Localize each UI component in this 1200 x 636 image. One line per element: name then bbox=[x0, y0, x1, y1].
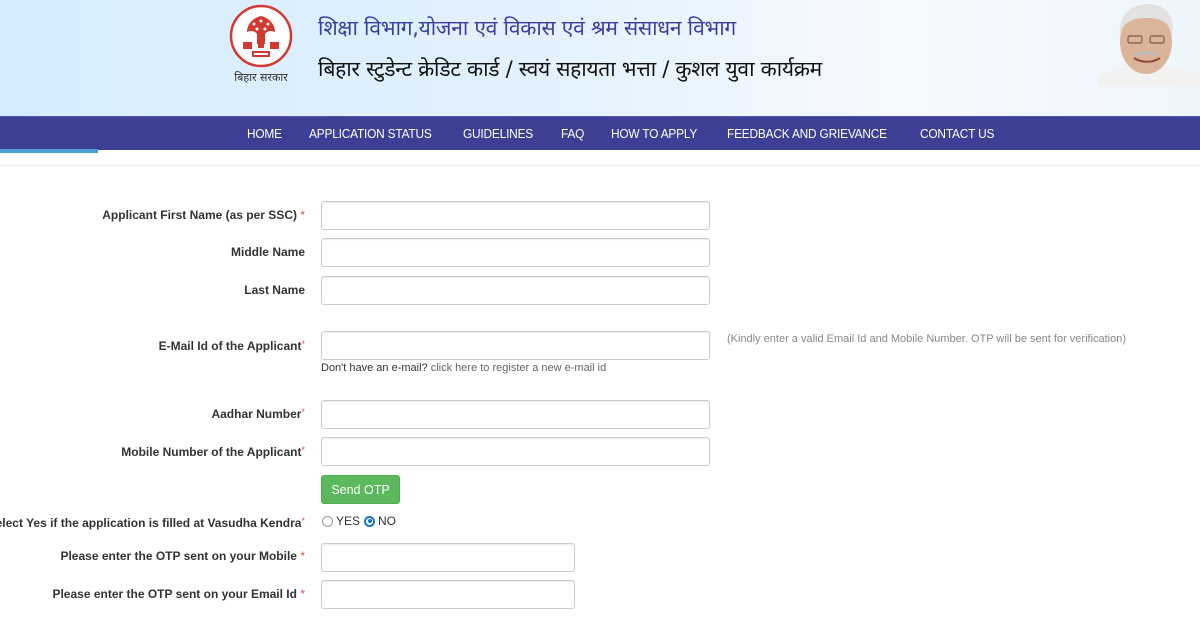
required-marker: * bbox=[301, 445, 305, 455]
header-divider bbox=[0, 165, 1200, 166]
last-name-label: Last Name bbox=[244, 283, 305, 297]
mobile-input[interactable] bbox=[321, 437, 710, 466]
department-title: शिक्षा विभाग,योजना एवं विकास एवं श्रम सं… bbox=[318, 16, 736, 40]
nav-application-status[interactable]: APPLICATION STATUS bbox=[309, 127, 432, 141]
required-marker: * bbox=[300, 549, 305, 563]
nav-faq[interactable]: FAQ bbox=[561, 127, 584, 141]
last-name-input[interactable] bbox=[321, 276, 710, 305]
middle-name-label: Middle Name bbox=[230, 245, 305, 259]
first-name-label: Applicant First Name (as per SSC) * bbox=[102, 208, 305, 222]
send-otp-button[interactable]: Send OTP bbox=[321, 475, 400, 504]
required-marker: * bbox=[301, 339, 305, 349]
email-help-prefix: Don't have an e-mail? bbox=[321, 362, 428, 374]
verification-note: (Kindly enter a valid Email Id and Mobil… bbox=[727, 333, 1127, 345]
vasudha-kendra-label: Select Yes if the application is filled … bbox=[0, 516, 305, 530]
nav-accent-bar bbox=[0, 149, 98, 153]
otp-email-input[interactable] bbox=[321, 580, 575, 609]
vasudha-kendra-label-text: Select Yes if the application is filled … bbox=[0, 516, 302, 530]
nav-how-to-apply[interactable]: HOW TO APPLY bbox=[611, 127, 697, 141]
email-help-text: Don't have an e-mail? click here to regi… bbox=[321, 362, 606, 374]
otp-email-label-text: Please enter the OTP sent on your Email … bbox=[52, 587, 297, 601]
aadhar-label-text: Aadhar Number bbox=[211, 407, 302, 421]
otp-mobile-label: Please enter the OTP sent on your Mobile… bbox=[60, 549, 305, 563]
chief-minister-photo bbox=[1098, 4, 1200, 86]
bihar-emblem-icon bbox=[229, 4, 293, 68]
required-marker: * bbox=[301, 516, 305, 526]
aadhar-label: Aadhar Number* bbox=[211, 407, 305, 421]
nav-feedback-and-grievance[interactable]: FEEDBACK AND GRIEVANCE bbox=[727, 127, 887, 141]
site-header: बिहार सरकार शिक्षा विभाग,योजना एवं विकास… bbox=[0, 0, 1200, 116]
required-marker: * bbox=[300, 587, 305, 601]
scheme-title: बिहार स्टुडेन्ट क्रेडिट कार्ड / स्वयं सह… bbox=[318, 57, 822, 81]
mobile-label: Mobile Number of the Applicant* bbox=[121, 445, 305, 459]
otp-mobile-label-text: Please enter the OTP sent on your Mobile bbox=[60, 549, 297, 563]
aadhar-input[interactable] bbox=[321, 400, 710, 429]
email-input[interactable] bbox=[321, 331, 710, 360]
email-label: E-Mail Id of the Applicant* bbox=[159, 339, 305, 353]
middle-name-input[interactable] bbox=[321, 238, 710, 267]
radio-no[interactable] bbox=[364, 515, 376, 527]
main-navigation: HOME APPLICATION STATUS GUIDELINES FAQ H… bbox=[0, 116, 1200, 150]
required-marker: * bbox=[301, 407, 305, 417]
nav-home[interactable]: HOME bbox=[247, 127, 282, 141]
otp-mobile-input[interactable] bbox=[321, 543, 575, 572]
first-name-label-text: Applicant First Name (as per SSC) bbox=[102, 208, 297, 222]
required-marker: * bbox=[300, 208, 305, 222]
mobile-label-text: Mobile Number of the Applicant bbox=[121, 445, 302, 459]
radio-yes[interactable] bbox=[322, 515, 333, 527]
email-label-text: E-Mail Id of the Applicant bbox=[158, 339, 302, 353]
vasudha-kendra-radio-group: YES NO bbox=[322, 514, 400, 528]
otp-email-label: Please enter the OTP sent on your Email … bbox=[52, 587, 305, 601]
bihar-government-logo[interactable]: बिहार सरकार bbox=[224, 4, 298, 84]
logo-caption: बिहार सरकार bbox=[234, 71, 288, 84]
radio-yes-label[interactable]: YES bbox=[336, 514, 360, 528]
register-email-link[interactable]: click here to register a new e-mail id bbox=[431, 362, 606, 374]
first-name-input[interactable] bbox=[321, 201, 710, 230]
nav-contact-us[interactable]: CONTACT US bbox=[920, 127, 994, 141]
radio-no-label[interactable]: NO bbox=[378, 514, 396, 528]
nav-guidelines[interactable]: GUIDELINES bbox=[463, 127, 533, 141]
